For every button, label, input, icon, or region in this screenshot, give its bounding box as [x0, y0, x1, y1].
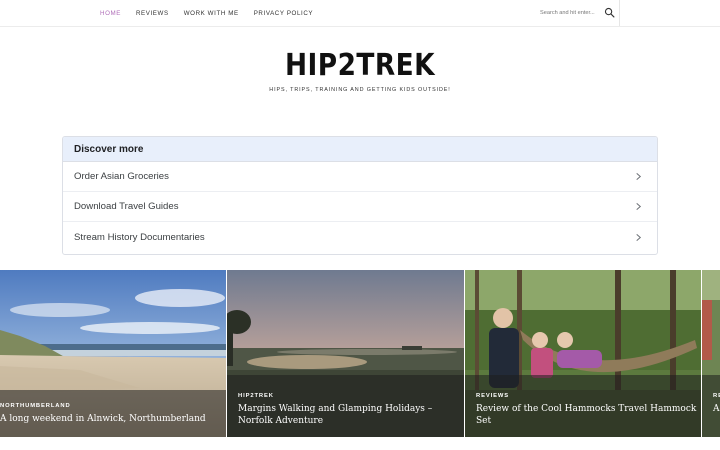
post-card-alnwick[interactable]: NORTHUMBERLAND A long weekend in Alnwick… — [0, 270, 226, 437]
post-card-cool-hammocks[interactable]: REVIEWS Review of the Cool Hammocks Trav… — [465, 270, 701, 437]
discover-item-order-asian-groceries[interactable]: Order Asian Groceries — [63, 162, 657, 192]
search-box — [536, 0, 620, 26]
post-category[interactable]: NORTHUMBERLAND — [0, 403, 226, 409]
discover-item-label: Order Asian Groceries — [74, 171, 169, 182]
top-navigation: HOME REVIEWS WORK WITH ME PRIVACY POLICY — [0, 0, 720, 27]
post-category[interactable]: RE — [713, 393, 720, 399]
search-icon[interactable] — [604, 7, 615, 18]
post-title[interactable]: A — [713, 403, 720, 415]
nav-link-work-with-me[interactable]: WORK WITH ME — [184, 10, 239, 17]
discover-item-label: Stream History Documentaries — [74, 231, 205, 243]
discover-item-label: Download Travel Guides — [74, 201, 179, 212]
post-card-margins-walking[interactable]: HIP2TREK Margins Walking and Glamping Ho… — [227, 270, 464, 437]
discover-more-heading: Discover more — [63, 137, 657, 162]
post-title[interactable]: Review of the Cool Hammocks Travel Hammo… — [476, 403, 701, 427]
discover-more-box: Discover more Order Asian Groceries Down… — [62, 136, 658, 255]
post-category[interactable]: HIP2TREK — [238, 393, 464, 399]
post-card-caption: NORTHUMBERLAND A long weekend in Alnwick… — [0, 390, 226, 437]
post-title[interactable]: Margins Walking and Glamping Holidays – … — [238, 403, 464, 427]
search-input[interactable] — [540, 7, 604, 19]
site-title[interactable]: HIP2TREK — [43, 48, 677, 83]
post-category[interactable]: REVIEWS — [476, 393, 701, 399]
post-card-caption: RE A — [702, 375, 720, 437]
chevron-right-icon — [636, 172, 642, 181]
nav-link-home[interactable]: HOME — [100, 10, 121, 17]
discover-item-stream-history-documentaries[interactable]: Stream History Documentaries — [63, 222, 657, 252]
site-tagline: HIPS, TRIPS, TRAINING AND GETTING KIDS O… — [269, 87, 451, 93]
post-card-caption: REVIEWS Review of the Cool Hammocks Trav… — [465, 375, 701, 437]
featured-posts-slider: NORTHUMBERLAND A long weekend in Alnwick… — [0, 270, 720, 437]
nav-link-reviews[interactable]: REVIEWS — [136, 10, 169, 17]
nav-link-privacy-policy[interactable]: PRIVACY POLICY — [254, 10, 313, 17]
chevron-right-icon — [636, 233, 642, 241]
discover-item-download-travel-guides[interactable]: Download Travel Guides — [63, 192, 657, 222]
post-title[interactable]: A long weekend in Alnwick, Northumberlan… — [0, 413, 226, 425]
chevron-right-icon — [636, 202, 642, 211]
post-card-caption: HIP2TREK Margins Walking and Glamping Ho… — [227, 375, 464, 437]
main-menu: HOME REVIEWS WORK WITH ME PRIVACY POLICY — [100, 0, 313, 26]
post-card-partial[interactable]: RE A — [702, 270, 720, 437]
